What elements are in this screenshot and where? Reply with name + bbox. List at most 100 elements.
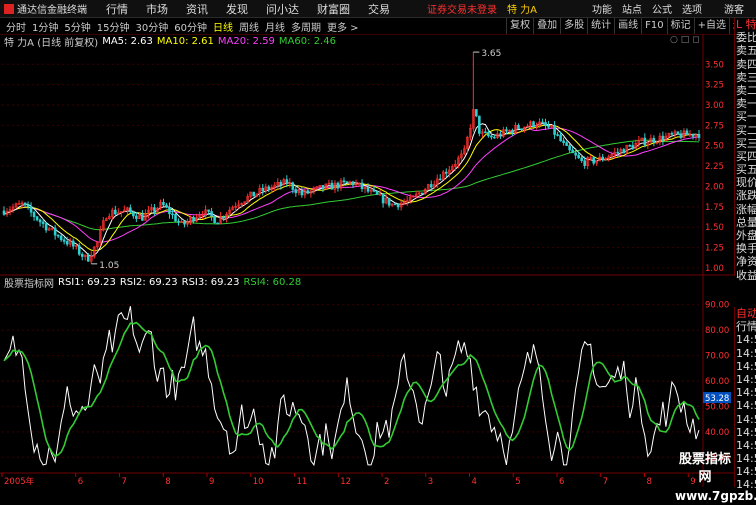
rsi4-line [3, 321, 700, 458]
candle-body [141, 214, 144, 221]
rsi-tick-label: 90.00 [705, 301, 729, 311]
candle-body [562, 140, 565, 143]
candle-body [544, 122, 547, 126]
candle-body [2, 210, 6, 215]
candle-body [351, 181, 355, 186]
candle-body [493, 136, 496, 139]
candle-body [631, 145, 635, 149]
candle-body [396, 203, 400, 208]
side_top-item: 总量 [736, 215, 756, 229]
candle-body [330, 182, 334, 190]
side_top-item: 卖四 [736, 57, 756, 71]
side_bottom-item: 14:50 [736, 372, 756, 386]
candle-body [174, 214, 177, 222]
candle-body [487, 132, 490, 137]
candle-body [622, 149, 626, 154]
window-buttons[interactable]: ○ □ ◻ [670, 35, 700, 45]
side_top-item: 卖五 [736, 44, 756, 58]
candle-body [177, 220, 180, 223]
quote-panel: L 特力 委比卖五卖四卖三卖二卖一买一买二买三买四买五现价涨跌涨幅总量外盘换手净… [734, 18, 756, 282]
watermark-line1: 股票指标网 [678, 452, 731, 485]
side_top-item: 卖二 [736, 83, 756, 97]
candle-body [691, 133, 695, 137]
candle-body [484, 131, 487, 134]
x-tick-label: 2005年 [4, 476, 35, 487]
candle-body [499, 133, 502, 137]
side_top-item: 涨跌 [736, 189, 756, 203]
side_bottom-item: 14:50 [736, 465, 756, 479]
rsi-title: 股票指标网 [4, 278, 54, 290]
candle-body [574, 152, 577, 156]
price-tick-label: 3.25 [705, 81, 724, 91]
legend-rsi1: RSI1: 69.23 [58, 276, 116, 288]
candle-body [62, 239, 66, 242]
candle-body [583, 160, 586, 166]
legend-rsi3: RSI3: 69.23 [181, 276, 240, 288]
candle-body [114, 209, 117, 215]
side_bottom-item: 14:50 [736, 333, 756, 347]
candle-body [29, 206, 33, 213]
candle-body [478, 115, 481, 134]
candle-body [565, 142, 568, 146]
candle-body [661, 135, 665, 141]
candle-body [670, 133, 674, 135]
x-tick-label: 6 [78, 477, 83, 487]
candle-body [571, 149, 574, 154]
candle-body [171, 213, 174, 216]
candle-body [153, 207, 156, 212]
side_top-item: 换手 [736, 242, 756, 256]
side_bottom-item: 14:50 [736, 359, 756, 373]
price-tick-label: 2.50 [705, 142, 724, 152]
candle-body [261, 187, 265, 192]
candle-body [252, 191, 256, 197]
candle-body [420, 192, 424, 195]
x-tick-label: 4 [472, 477, 477, 487]
price-tick-label: 2.25 [705, 162, 724, 172]
side_top-item: 现价 [736, 176, 756, 190]
candle-body [41, 221, 45, 224]
side_top-item: 买三 [736, 136, 756, 150]
legend-ma5: MA5: 2.63 [102, 35, 153, 47]
legend-ma60: MA60: 2.46 [278, 35, 336, 47]
candle-body [366, 186, 370, 192]
candle-body [393, 203, 397, 206]
candle-body [17, 203, 21, 205]
candle-body [375, 191, 379, 195]
high-label: 3.65 [481, 49, 501, 59]
kline-chart[interactable]: 3.65 1.05 3.50 3.25 3.00 2.75 2.50 2.25 2.00 1.7… [0, 0, 756, 487]
side_top-item: 买二 [736, 123, 756, 137]
side_top-item: 净资 [736, 255, 756, 269]
price-legend: 特 力A (日线 前复权) MA5: 2.63 MA10: 2.61 MA20:… [0, 35, 336, 49]
side_bottom-item: 行情 [736, 320, 756, 334]
candle-body [59, 235, 63, 241]
chart-title: 特 力A (日线 前复权) [4, 37, 99, 49]
rsi-tick-label: 40.00 [705, 428, 729, 438]
price-tick-label: 1.75 [705, 203, 724, 213]
candle-body [210, 211, 213, 217]
side-title: L 特力 [736, 18, 756, 31]
candle-body [520, 128, 523, 131]
side_bottom-item: 14:50 [736, 346, 756, 360]
side_top-item: 委比 [736, 31, 756, 45]
candle-body [685, 130, 689, 136]
side-bottom-title: 自动 [736, 307, 756, 320]
candle-body [86, 254, 90, 262]
price-tick-label: 1.25 [705, 244, 724, 254]
candle-body [616, 151, 620, 154]
candle-body [183, 221, 186, 225]
legend-ma20: MA20: 2.59 [217, 35, 275, 47]
candle-body [568, 145, 571, 151]
candle-body [65, 241, 69, 245]
candle-body [345, 181, 349, 183]
candle-body [56, 234, 60, 237]
x-tick-label: 12 [340, 477, 351, 487]
x-tick-label: 8 [647, 477, 652, 487]
candle-body [165, 204, 168, 208]
x-tick-label: 10 [253, 477, 264, 487]
price-tick-label: 2.00 [705, 182, 724, 192]
candle-body [23, 202, 27, 206]
candle-body [547, 125, 550, 128]
side_top-item: 卖一 [736, 97, 756, 111]
candle-body [556, 134, 559, 136]
candle-body [77, 245, 81, 255]
